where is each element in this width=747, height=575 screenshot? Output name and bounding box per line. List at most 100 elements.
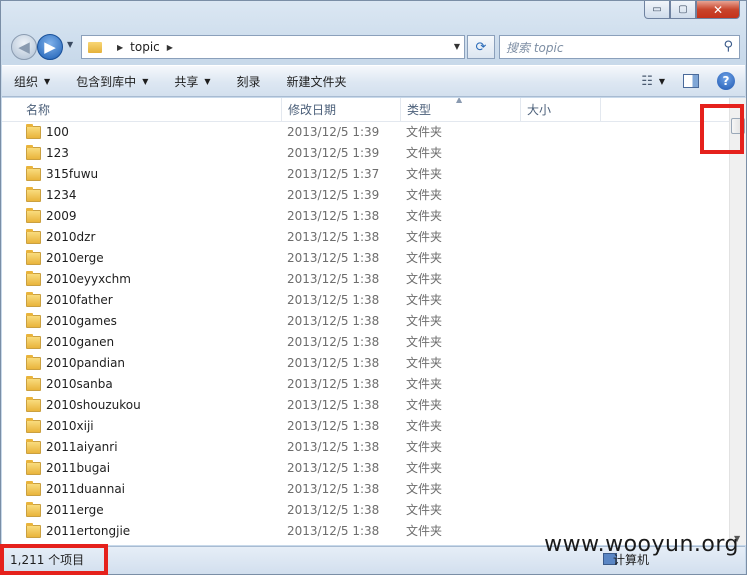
file-row[interactable]: 123 2013/12/5 1:39 文件夹 xyxy=(2,143,729,164)
toolbar-right: ☷ ▼ ? xyxy=(641,72,735,90)
file-date: 2013/12/5 1:39 xyxy=(287,146,380,160)
file-date: 2013/12/5 1:38 xyxy=(287,461,380,475)
search-input[interactable]: 搜索 topic ⚲ xyxy=(499,35,740,59)
recent-pages-dropdown[interactable]: ▼ xyxy=(67,40,73,49)
annotation-box-status xyxy=(0,544,108,575)
breadcrumb-topic[interactable]: topic xyxy=(130,40,160,54)
file-name: 100 xyxy=(46,125,69,139)
file-type: 文件夹 xyxy=(406,167,443,181)
file-date: 2013/12/5 1:38 xyxy=(287,251,380,265)
file-row[interactable]: 315fuwu 2013/12/5 1:37 文件夹 xyxy=(2,164,729,185)
file-date: 2013/12/5 1:38 xyxy=(287,503,380,517)
file-row[interactable]: 2010sanba 2013/12/5 1:38 文件夹 xyxy=(2,374,729,395)
address-row: ◀ ▶ ▼ ▶ topic ▶ ▼ ⟳ 搜索 topic ⚲ xyxy=(9,31,740,61)
file-type: 文件夹 xyxy=(406,272,443,286)
file-date: 2013/12/5 1:38 xyxy=(287,209,380,223)
address-dropdown[interactable]: ▼ xyxy=(454,42,460,51)
file-date: 2013/12/5 1:39 xyxy=(287,125,380,139)
file-date: 2013/12/5 1:38 xyxy=(287,356,380,370)
column-size[interactable]: 大小 xyxy=(521,98,601,122)
caret-down-icon: ▼ xyxy=(44,76,51,86)
file-name: 2010sanba xyxy=(46,377,113,391)
view-dropdown[interactable]: ▼ xyxy=(659,77,665,86)
file-type: 文件夹 xyxy=(406,146,443,160)
file-type: 文件夹 xyxy=(406,524,443,538)
file-row[interactable]: 2011bugai 2013/12/5 1:38 文件夹 xyxy=(2,458,729,479)
chevron-right-icon[interactable]: ▶ xyxy=(167,43,173,52)
file-type: 文件夹 xyxy=(406,125,443,139)
file-name: 2010shouzukou xyxy=(46,398,141,412)
file-row[interactable]: 1234 2013/12/5 1:39 文件夹 xyxy=(2,185,729,206)
file-type: 文件夹 xyxy=(406,293,443,307)
refresh-button[interactable]: ⟳ xyxy=(467,35,495,59)
share-button[interactable]: 共享 ▼ xyxy=(174,73,210,90)
column-header: 名称 修改日期 类型 ▲ 大小 xyxy=(2,98,729,122)
file-date: 2013/12/5 1:37 xyxy=(287,167,380,181)
vertical-scrollbar[interactable]: ▼ xyxy=(729,98,746,545)
file-row[interactable]: 2010pandian 2013/12/5 1:38 文件夹 xyxy=(2,353,729,374)
back-button[interactable]: ◀ xyxy=(11,34,37,60)
file-row[interactable]: 2010eyyxchm 2013/12/5 1:38 文件夹 xyxy=(2,269,729,290)
help-icon[interactable]: ? xyxy=(717,72,735,90)
file-row[interactable]: 2010games 2013/12/5 1:38 文件夹 xyxy=(2,311,729,332)
forward-button[interactable]: ▶ xyxy=(37,34,63,60)
arrow-right-icon: ▶ xyxy=(44,38,56,56)
preview-pane-icon[interactable] xyxy=(683,74,699,88)
caret-down-icon: ▼ xyxy=(142,76,149,86)
file-date: 2013/12/5 1:38 xyxy=(287,482,380,496)
view-details-icon[interactable]: ☷ xyxy=(641,74,653,89)
folder-icon xyxy=(88,41,102,53)
organize-button[interactable]: 组织 ▼ xyxy=(14,73,50,90)
new-folder-button[interactable]: 新建文件夹 xyxy=(287,73,347,90)
file-name: 2010eyyxchm xyxy=(46,272,131,286)
file-row[interactable]: 2010father 2013/12/5 1:38 文件夹 xyxy=(2,290,729,311)
file-row[interactable]: 2010shouzukou 2013/12/5 1:38 文件夹 xyxy=(2,395,729,416)
file-type: 文件夹 xyxy=(406,461,443,475)
file-date: 2013/12/5 1:39 xyxy=(287,188,380,202)
file-date: 2013/12/5 1:38 xyxy=(287,335,380,349)
column-name[interactable]: 名称 xyxy=(20,98,282,122)
column-date[interactable]: 修改日期 xyxy=(282,98,401,122)
sort-ascending-icon: ▲ xyxy=(456,98,463,104)
file-name: 315fuwu xyxy=(46,167,99,181)
file-date: 2013/12/5 1:38 xyxy=(287,419,380,433)
search-icon[interactable]: ⚲ xyxy=(723,39,733,54)
file-date: 2013/12/5 1:38 xyxy=(287,377,380,391)
file-name: 123 xyxy=(46,146,69,160)
file-row[interactable]: 2011erge 2013/12/5 1:38 文件夹 xyxy=(2,500,729,521)
file-row[interactable]: 2010ganen 2013/12/5 1:38 文件夹 xyxy=(2,332,729,353)
watermark: www.wooyun.org xyxy=(544,532,739,557)
file-row[interactable]: 100 2013/12/5 1:39 文件夹 xyxy=(2,122,729,143)
file-type: 文件夹 xyxy=(406,482,443,496)
file-type: 文件夹 xyxy=(406,314,443,328)
arrow-left-icon: ◀ xyxy=(18,38,30,56)
file-name: 2011ertongjie xyxy=(46,524,131,538)
maximize-button[interactable]: ▢ xyxy=(670,1,696,19)
burn-button[interactable]: 刻录 xyxy=(237,73,261,90)
file-row[interactable]: 2010dzr 2013/12/5 1:38 文件夹 xyxy=(2,227,729,248)
address-bar[interactable]: ▶ topic ▶ ▼ xyxy=(81,35,465,59)
close-button[interactable]: ✕ xyxy=(696,1,740,19)
file-list[interactable]: 名称 修改日期 类型 ▲ 大小 100 2013/12/5 1:39 文件夹 123 2… xyxy=(2,98,729,545)
minimize-button[interactable]: ▭ xyxy=(644,1,670,19)
chevron-right-icon[interactable]: ▶ xyxy=(117,43,123,52)
include-in-library-button[interactable]: 包含到库中 ▼ xyxy=(76,73,148,90)
file-name: 2010games xyxy=(46,314,117,328)
file-name: 1234 xyxy=(46,188,77,202)
file-type: 文件夹 xyxy=(406,440,443,454)
file-row[interactable]: 2011duannai 2013/12/5 1:38 文件夹 xyxy=(2,479,729,500)
file-date: 2013/12/5 1:38 xyxy=(287,440,380,454)
caption-buttons: ▭ ▢ ✕ xyxy=(644,1,740,19)
file-date: 2013/12/5 1:38 xyxy=(287,272,380,286)
file-name: 2011erge xyxy=(46,503,104,517)
file-date: 2013/12/5 1:38 xyxy=(287,398,380,412)
file-row[interactable]: 2011aiyanri 2013/12/5 1:38 文件夹 xyxy=(2,437,729,458)
file-name: 2010pandian xyxy=(46,356,126,370)
file-row[interactable]: 2010erge 2013/12/5 1:38 文件夹 xyxy=(2,248,729,269)
refresh-icon: ⟳ xyxy=(475,39,487,55)
file-row[interactable]: 2010xiji 2013/12/5 1:38 文件夹 xyxy=(2,416,729,437)
file-name: 2011bugai xyxy=(46,461,111,475)
file-type: 文件夹 xyxy=(406,356,443,370)
annotation-box-scrollbar xyxy=(700,104,744,154)
file-row[interactable]: 2009 2013/12/5 1:38 文件夹 xyxy=(2,206,729,227)
